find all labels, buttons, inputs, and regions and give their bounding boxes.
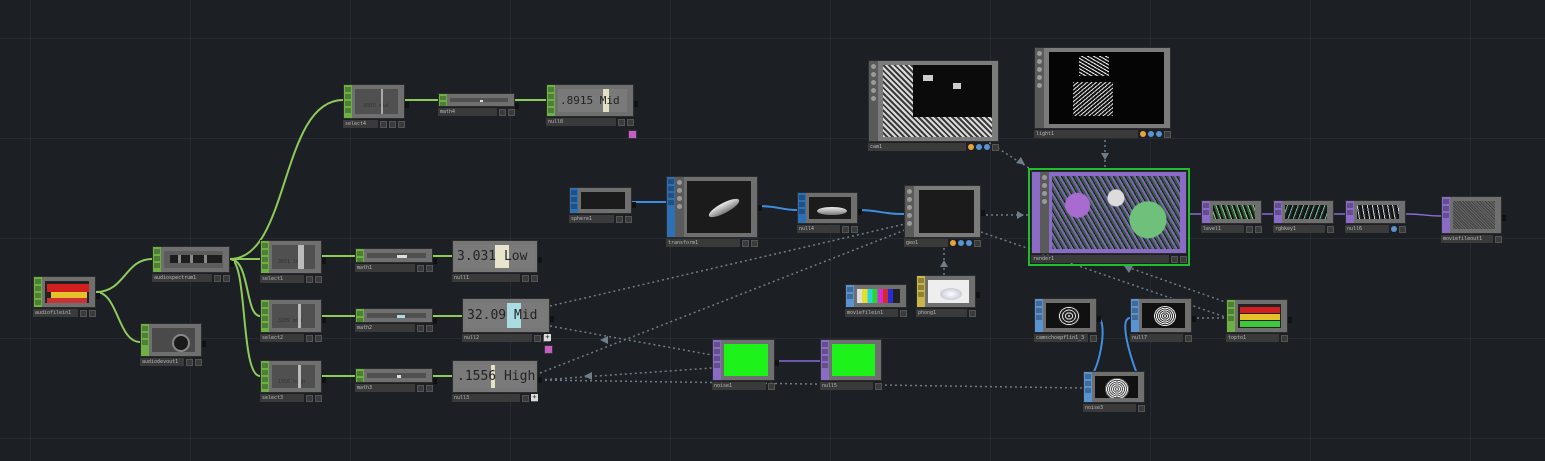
render1-node[interactable]: render1 — [1028, 168, 1190, 266]
null2-viewer-flag[interactable] — [544, 345, 553, 354]
ref-wire-null3-noise1 — [539, 367, 713, 381]
node-label: null8 — [546, 118, 616, 126]
math2-node[interactable]: math2 — [355, 308, 437, 333]
geo1-node[interactable]: geo1 — [904, 185, 985, 248]
noise3-node[interactable]: noise3 — [1083, 371, 1145, 413]
null1-value: 3.031 Low — [457, 249, 528, 264]
null4-node[interactable]: null4 — [797, 192, 862, 234]
rgbkey1-node[interactable]: rgbkey1 — [1273, 200, 1334, 234]
null2-node[interactable]: 32.09 Mid null2 — [462, 298, 554, 343]
node-label: render1 — [1031, 255, 1169, 263]
wire-spectrum-select2 — [229, 258, 261, 317]
node-label: null4 — [797, 225, 840, 233]
node-label: phong1 — [916, 309, 967, 317]
node-label: moviefileout1 — [1441, 235, 1493, 243]
node-label: noise1 — [712, 382, 766, 390]
noise1-node[interactable]: noise1 — [712, 339, 779, 391]
wire-transform-null4 — [757, 205, 798, 211]
node-label: select4 — [343, 120, 378, 128]
audiodevout1-node[interactable]: audiodevout1 — [140, 323, 206, 367]
node-label: audiofilein1 — [33, 309, 78, 317]
null6-node[interactable]: null6 — [1345, 200, 1406, 234]
null5-node[interactable]: null5 — [820, 339, 882, 391]
node-label: null3 — [452, 394, 520, 402]
node-label: select2 — [260, 334, 304, 342]
select4-node[interactable]: .8915 mid select4 — [343, 84, 409, 129]
null3-add-button[interactable]: + — [531, 394, 538, 401]
cam1-node[interactable]: cam1 — [868, 60, 999, 152]
ellipse-preview — [706, 195, 742, 221]
null3-value: .1556 High — [457, 369, 535, 384]
null2-add-button[interactable]: + — [544, 334, 551, 341]
node-label: light1 — [1034, 130, 1138, 138]
node-label: rgbkey1 — [1273, 225, 1325, 233]
null8-value: .8915 Mid — [560, 94, 620, 107]
topto1-node[interactable]: topto1 — [1226, 299, 1292, 343]
node-label: transform1 — [666, 239, 740, 247]
wire-null4-geo — [857, 209, 905, 215]
select1-node[interactable]: 3031 low select1 — [260, 240, 326, 284]
transform1-node[interactable]: transform1 — [666, 176, 762, 248]
light1-node[interactable]: light1 — [1034, 47, 1171, 139]
node-label: null6 — [1345, 225, 1389, 233]
node-label: null7 — [1130, 334, 1183, 342]
math3-node[interactable]: math3 — [355, 368, 437, 393]
ref-wire-null3-noise3 — [539, 379, 1084, 389]
node-label: topto1 — [1226, 334, 1279, 342]
wire-null6-moviefileout — [1405, 213, 1442, 217]
level1-node[interactable]: level1 — [1201, 200, 1262, 234]
node-label: math2 — [355, 324, 415, 332]
node-label: select1 — [260, 275, 304, 283]
speaker-icon — [172, 334, 190, 352]
node-label: audiospectrum1 — [152, 274, 212, 282]
wire-spectrum-select4 — [229, 99, 344, 260]
node-label: cam1 — [868, 143, 966, 151]
null1-node[interactable]: 3.031 Low null1 — [452, 240, 542, 283]
null8-viewer-flag[interactable] — [628, 130, 637, 139]
node-label: math1 — [355, 264, 415, 272]
node-label: select3 — [260, 394, 304, 402]
sphere1-node[interactable]: sphere1 — [569, 187, 636, 224]
camschoepflin1-3-node[interactable]: camschoepflin1_3 — [1034, 298, 1101, 343]
select3-value: 1556 high — [278, 379, 306, 385]
select4-value: .8915 mid — [361, 103, 389, 109]
node-label: null1 — [452, 274, 520, 282]
null2-value: 32.09 Mid — [467, 308, 538, 323]
node-label: sphere1 — [569, 215, 614, 223]
math4-node[interactable]: math4 — [438, 93, 519, 117]
node-label: camschoepflin1_3 — [1034, 334, 1088, 342]
null7-node[interactable]: null7 — [1130, 298, 1196, 343]
select2-node[interactable]: 3209 mid select2 — [260, 299, 326, 343]
audiospectrum1-node[interactable]: audiospectrum1 — [152, 246, 234, 283]
moviefileout1-node[interactable]: moviefileout1 — [1441, 196, 1506, 244]
node-label: null5 — [820, 382, 873, 390]
node-label: null2 — [462, 334, 532, 342]
node-label: math3 — [355, 384, 415, 392]
wire-audiofilein-devout — [95, 291, 141, 343]
select3-node[interactable]: 1556 high select3 — [260, 360, 326, 403]
node-label: geo1 — [904, 239, 948, 247]
node-label: level1 — [1201, 225, 1244, 233]
null3-node[interactable]: .1556 High null3 — [452, 360, 542, 403]
math1-node[interactable]: math1 — [355, 248, 437, 273]
audiofilein1-node[interactable]: audiofilein1 — [33, 276, 100, 318]
node-label: audiodevout1 — [140, 358, 184, 366]
null8-node[interactable]: .8915 Mid null8 — [546, 84, 638, 127]
wire-audiofilein-spectrum — [95, 258, 153, 293]
moviefilein1-node[interactable]: moviefilein1 — [845, 284, 907, 318]
ref-wire-null2-noise1 — [549, 325, 713, 356]
phong1-node[interactable]: phong1 — [916, 275, 980, 318]
node-label: noise3 — [1083, 404, 1136, 412]
node-label: math4 — [438, 108, 497, 116]
node-label: moviefilein1 — [845, 309, 898, 317]
